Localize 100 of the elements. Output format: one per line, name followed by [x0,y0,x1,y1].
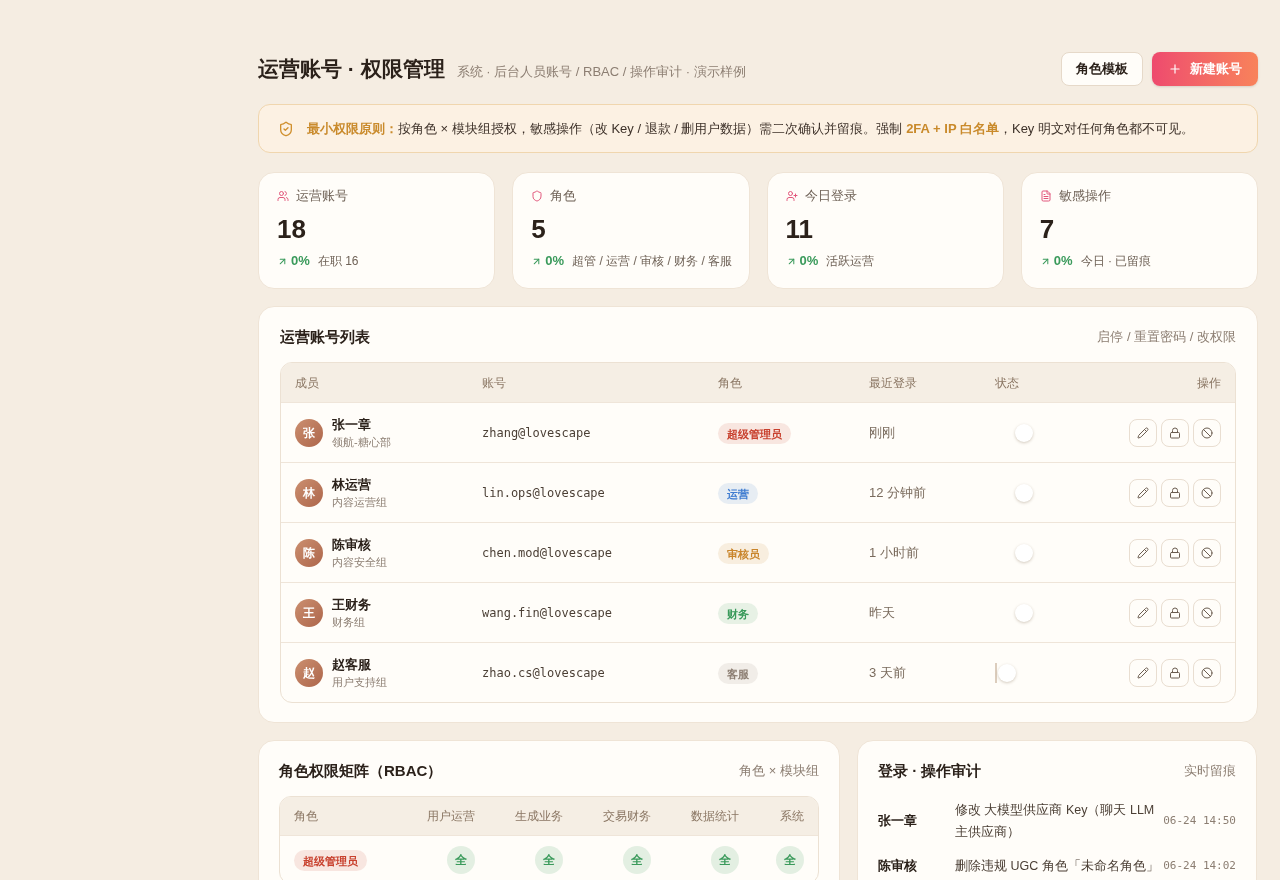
column-header: 状态 [995,374,1019,392]
stat-value: 5 [531,213,546,245]
section-hint: 角色 × 模块组 [739,762,819,781]
role-tag: 审核员 [718,543,769,565]
ban-icon [1201,426,1213,439]
edit-button[interactable] [1129,478,1157,507]
stat-label: 角色 [550,187,577,206]
shield-icon [531,190,544,202]
member-team: 财务组 [332,615,365,630]
user-plus-icon [785,190,798,202]
column-header: 系统 [780,808,804,825]
avatar: 张 [295,418,323,447]
permission-tag: 全 [776,845,804,874]
status-switch[interactable] [995,662,1016,683]
shield-check-icon [278,120,294,137]
account-id: chen.mod@lovescape [482,544,613,562]
document-icon [1039,190,1052,202]
role-tag: 超级管理员 [718,423,791,445]
stat-note: 在职 16 [317,253,359,270]
account-id: wang.fin@lovescape [482,604,613,622]
column-header: 角色 [294,808,318,825]
edit-button[interactable] [1129,598,1157,627]
member-name: 张一章 [332,416,371,434]
member-name: 林运营 [332,476,371,494]
permission-tag: 全 [711,845,739,874]
page-title: 运营账号 · 权限管理 [258,56,445,82]
role-tag: 客服 [718,663,758,685]
permission-tag: 全 [447,845,475,874]
column-header: 角色 [718,374,742,392]
stat-note: 超管 / 运营 / 审核 / 财务 / 客服 [572,253,733,270]
lock-icon [1169,666,1181,679]
disable-button[interactable] [1193,658,1221,687]
account-id: zhao.cs@lovescape [482,664,605,682]
plus-icon [1168,62,1182,76]
avatar: 林 [295,478,323,507]
audit-action: 修改 大模型供应商 Key（聊天 LLM 主供应商） [955,802,1156,841]
last-login: 1 小时前 [869,543,919,562]
account-id: zhang@lovescape [482,424,591,442]
edit-button[interactable] [1129,418,1157,447]
ban-icon [1201,486,1213,499]
last-login: 12 分钟前 [869,483,927,502]
pencil-icon [1137,426,1149,439]
avatar: 王 [295,598,323,627]
status-switch[interactable] [1015,422,1033,443]
status-switch[interactable] [1015,542,1033,563]
stat-change: 0% [1053,252,1073,271]
stat-label: 今日登录 [804,187,857,206]
section-hint: 实时留痕 [1184,762,1236,781]
ban-icon [1201,666,1213,679]
stat-value: 18 [277,213,306,245]
disable-button[interactable] [1193,538,1221,567]
pencil-icon [1137,546,1149,559]
stat-value: 11 [785,213,813,245]
column-header: 数据统计 [691,808,739,825]
lock-button[interactable] [1161,598,1189,627]
status-switch[interactable] [1015,602,1033,623]
lock-button[interactable] [1161,538,1189,567]
lock-button[interactable] [1161,658,1189,687]
pencil-icon [1137,486,1149,499]
last-login: 昨天 [869,603,895,622]
last-login: 3 天前 [869,663,906,682]
column-header: 生成业务 [515,808,563,825]
ban-icon [1201,546,1213,559]
pencil-icon [1137,606,1149,619]
column-header: 成员 [295,374,319,392]
stat-value: 7 [1039,213,1055,245]
section-title: 运营账号列表 [280,327,370,347]
column-header: 账号 [482,374,506,392]
member-team: 用户支持组 [332,675,387,690]
stat-label: 运营账号 [296,187,348,206]
edit-button[interactable] [1129,538,1157,567]
status-switch[interactable] [1015,482,1033,503]
lock-button[interactable] [1161,478,1189,507]
avatar: 赵 [295,658,323,687]
disable-button[interactable] [1193,418,1221,447]
stat-label: 敏感操作 [1058,187,1111,206]
lock-icon [1169,486,1181,499]
permission-tag: 全 [623,845,651,874]
audit-actor: 陈审核 [878,857,917,876]
account-id: lin.ops@lovescape [482,484,605,502]
audit-action: 删除违规 UGC 角色「未命名角色」 [955,858,1160,875]
column-header: 交易财务 [603,808,651,825]
audit-time: 06-24 14:50 [1162,812,1236,829]
member-name: 王财务 [332,596,371,614]
member-team: 领航-糖心部 [332,435,391,450]
edit-button[interactable] [1129,658,1157,687]
disable-button[interactable] [1193,598,1221,627]
lock-icon [1169,606,1181,619]
section-title: 登录 · 操作审计 [878,761,982,781]
member-team: 内容安全组 [332,555,387,570]
role-tag: 财务 [718,603,758,625]
stat-change: 0% [291,252,310,271]
users-icon [277,190,289,202]
column-header: 操作 [1197,374,1221,392]
last-login: 刚刚 [869,423,895,442]
stat-note: 今日 · 已留痕 [1080,253,1152,270]
lock-button[interactable] [1161,418,1189,447]
role-template-button[interactable]: 角色模板 [1061,52,1143,86]
disable-button[interactable] [1193,478,1221,507]
stat-change: 0% [545,252,565,271]
